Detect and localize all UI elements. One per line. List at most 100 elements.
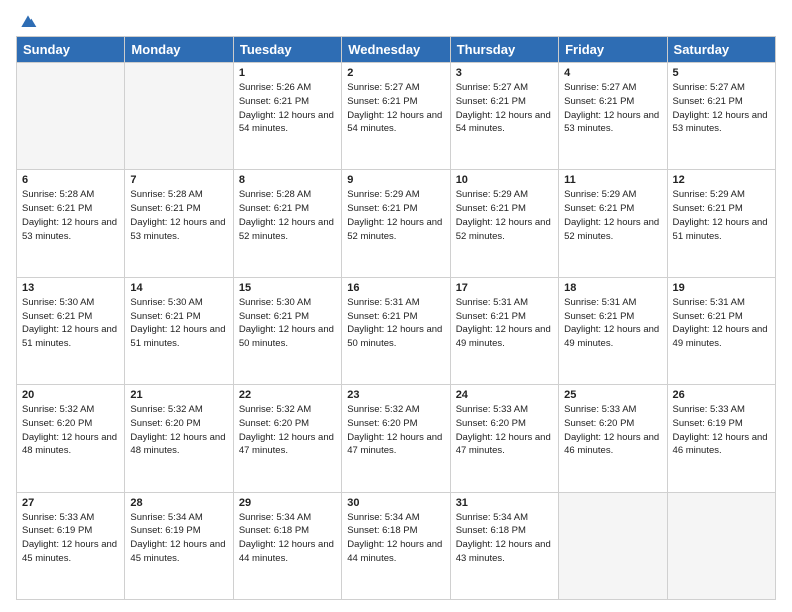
calendar-cell: 29 Sunrise: 5:34 AM Sunset: 6:18 PM Dayli…	[233, 492, 341, 599]
calendar-cell: 20 Sunrise: 5:32 AM Sunset: 6:20 PM Dayli…	[17, 385, 125, 492]
day-info: Sunrise: 5:32 AM Sunset: 6:20 PM Dayligh…	[22, 403, 119, 458]
day-info: Sunrise: 5:27 AM Sunset: 6:21 PM Dayligh…	[456, 81, 553, 136]
day-info: Sunrise: 5:29 AM Sunset: 6:21 PM Dayligh…	[564, 188, 661, 243]
day-number: 28	[130, 497, 227, 509]
calendar-cell: 24 Sunrise: 5:33 AM Sunset: 6:20 PM Dayli…	[450, 385, 558, 492]
calendar-cell: 1 Sunrise: 5:26 AM Sunset: 6:21 PM Daylig…	[233, 63, 341, 170]
day-info: Sunrise: 5:34 AM Sunset: 6:19 PM Dayligh…	[130, 511, 227, 566]
day-info: Sunrise: 5:28 AM Sunset: 6:21 PM Dayligh…	[239, 188, 336, 243]
day-number: 3	[456, 67, 553, 79]
day-header-saturday: Saturday	[667, 37, 775, 63]
day-info: Sunrise: 5:33 AM Sunset: 6:20 PM Dayligh…	[456, 403, 553, 458]
calendar-cell	[17, 63, 125, 170]
calendar-cell: 6 Sunrise: 5:28 AM Sunset: 6:21 PM Daylig…	[17, 170, 125, 277]
logo-icon	[18, 12, 38, 32]
day-header-wednesday: Wednesday	[342, 37, 450, 63]
day-number: 24	[456, 389, 553, 401]
calendar-cell: 5 Sunrise: 5:27 AM Sunset: 6:21 PM Daylig…	[667, 63, 775, 170]
day-header-monday: Monday	[125, 37, 233, 63]
day-info: Sunrise: 5:27 AM Sunset: 6:21 PM Dayligh…	[564, 81, 661, 136]
calendar-week-row: 13Sunrise: 5:30 AM Sunset: 6:21 PM Dayli…	[17, 277, 776, 384]
calendar-cell: 7Sunrise: 5:28 AM Sunset: 6:21 PM Daylig…	[125, 170, 233, 277]
day-info: Sunrise: 5:32 AM Sunset: 6:20 PM Dayligh…	[239, 403, 336, 458]
day-number: 31	[456, 497, 553, 509]
page: SundayMondayTuesdayWednesdayThursdayFrid…	[0, 0, 792, 612]
calendar-cell: 30Sunrise: 5:34 AM Sunset: 6:18 PM Dayli…	[342, 492, 450, 599]
day-info: Sunrise: 5:30 AM Sunset: 6:21 PM Dayligh…	[130, 296, 227, 351]
day-number: 29	[239, 497, 336, 509]
calendar-cell: 27Sunrise: 5:33 AM Sunset: 6:19 PM Dayli…	[17, 492, 125, 599]
calendar-cell: 15Sunrise: 5:30 AM Sunset: 6:21 PM Dayli…	[233, 277, 341, 384]
day-number: 21	[130, 389, 227, 401]
day-number: 1	[239, 67, 336, 79]
day-number: 20	[22, 389, 119, 401]
day-number: 25	[564, 389, 661, 401]
day-number: 16	[347, 282, 444, 294]
day-info: Sunrise: 5:34 AM Sunset: 6:18 PM Dayligh…	[239, 511, 336, 566]
day-info: Sunrise: 5:34 AM Sunset: 6:18 PM Dayligh…	[347, 511, 444, 566]
calendar-cell: 22 Sunrise: 5:32 AM Sunset: 6:20 PM Dayli…	[233, 385, 341, 492]
day-header-sunday: Sunday	[17, 37, 125, 63]
day-number: 2	[347, 67, 444, 79]
day-info: Sunrise: 5:29 AM Sunset: 6:21 PM Dayligh…	[673, 188, 770, 243]
calendar-cell: 19Sunrise: 5:31 AM Sunset: 6:21 PM Dayli…	[667, 277, 775, 384]
day-number: 17	[456, 282, 553, 294]
calendar-week-row: 6 Sunrise: 5:28 AM Sunset: 6:21 PM Daylig…	[17, 170, 776, 277]
calendar-cell: 10 Sunrise: 5:29 AM Sunset: 6:21 PM Dayli…	[450, 170, 558, 277]
logo	[16, 12, 38, 28]
day-number: 11	[564, 174, 661, 186]
day-info: Sunrise: 5:31 AM Sunset: 6:21 PM Dayligh…	[347, 296, 444, 351]
day-number: 19	[673, 282, 770, 294]
calendar-cell: 13Sunrise: 5:30 AM Sunset: 6:21 PM Dayli…	[17, 277, 125, 384]
calendar-cell	[559, 492, 667, 599]
calendar-week-row: 20 Sunrise: 5:32 AM Sunset: 6:20 PM Dayli…	[17, 385, 776, 492]
calendar-week-row: 1 Sunrise: 5:26 AM Sunset: 6:21 PM Daylig…	[17, 63, 776, 170]
day-number: 7	[130, 174, 227, 186]
calendar-cell: 23Sunrise: 5:32 AM Sunset: 6:20 PM Dayli…	[342, 385, 450, 492]
day-info: Sunrise: 5:28 AM Sunset: 6:21 PM Dayligh…	[22, 188, 119, 243]
calendar-cell: 26 Sunrise: 5:33 AM Sunset: 6:19 PM Dayli…	[667, 385, 775, 492]
day-info: Sunrise: 5:27 AM Sunset: 6:21 PM Dayligh…	[673, 81, 770, 136]
day-info: Sunrise: 5:30 AM Sunset: 6:21 PM Dayligh…	[22, 296, 119, 351]
day-number: 23	[347, 389, 444, 401]
header	[16, 12, 776, 28]
calendar-cell: 9 Sunrise: 5:29 AM Sunset: 6:21 PM Daylig…	[342, 170, 450, 277]
day-header-thursday: Thursday	[450, 37, 558, 63]
day-info: Sunrise: 5:33 AM Sunset: 6:19 PM Dayligh…	[673, 403, 770, 458]
day-number: 14	[130, 282, 227, 294]
calendar-cell	[667, 492, 775, 599]
calendar-cell: 2 Sunrise: 5:27 AM Sunset: 6:21 PM Daylig…	[342, 63, 450, 170]
calendar-cell: 25Sunrise: 5:33 AM Sunset: 6:20 PM Dayli…	[559, 385, 667, 492]
day-header-friday: Friday	[559, 37, 667, 63]
calendar-cell: 18 Sunrise: 5:31 AM Sunset: 6:21 PM Dayli…	[559, 277, 667, 384]
day-number: 18	[564, 282, 661, 294]
day-number: 12	[673, 174, 770, 186]
day-number: 10	[456, 174, 553, 186]
day-number: 6	[22, 174, 119, 186]
day-number: 4	[564, 67, 661, 79]
calendar-cell: 17 Sunrise: 5:31 AM Sunset: 6:21 PM Dayli…	[450, 277, 558, 384]
day-number: 27	[22, 497, 119, 509]
day-header-tuesday: Tuesday	[233, 37, 341, 63]
day-info: Sunrise: 5:31 AM Sunset: 6:21 PM Dayligh…	[564, 296, 661, 351]
day-info: Sunrise: 5:26 AM Sunset: 6:21 PM Dayligh…	[239, 81, 336, 136]
calendar-cell: 21 Sunrise: 5:32 AM Sunset: 6:20 PM Dayli…	[125, 385, 233, 492]
calendar-cell: 4 Sunrise: 5:27 AM Sunset: 6:21 PM Daylig…	[559, 63, 667, 170]
calendar-cell: 28 Sunrise: 5:34 AM Sunset: 6:19 PM Dayli…	[125, 492, 233, 599]
day-number: 5	[673, 67, 770, 79]
day-info: Sunrise: 5:29 AM Sunset: 6:21 PM Dayligh…	[347, 188, 444, 243]
day-info: Sunrise: 5:31 AM Sunset: 6:21 PM Dayligh…	[456, 296, 553, 351]
day-info: Sunrise: 5:27 AM Sunset: 6:21 PM Dayligh…	[347, 81, 444, 136]
calendar-header-row: SundayMondayTuesdayWednesdayThursdayFrid…	[17, 37, 776, 63]
calendar-cell: 31 Sunrise: 5:34 AM Sunset: 6:18 PM Dayli…	[450, 492, 558, 599]
day-info: Sunrise: 5:32 AM Sunset: 6:20 PM Dayligh…	[130, 403, 227, 458]
calendar-table: SundayMondayTuesdayWednesdayThursdayFrid…	[16, 36, 776, 600]
day-info: Sunrise: 5:34 AM Sunset: 6:18 PM Dayligh…	[456, 511, 553, 566]
calendar-cell: 14 Sunrise: 5:30 AM Sunset: 6:21 PM Dayli…	[125, 277, 233, 384]
calendar-cell: 3 Sunrise: 5:27 AM Sunset: 6:21 PM Daylig…	[450, 63, 558, 170]
day-info: Sunrise: 5:30 AM Sunset: 6:21 PM Dayligh…	[239, 296, 336, 351]
day-number: 9	[347, 174, 444, 186]
day-number: 22	[239, 389, 336, 401]
day-number: 26	[673, 389, 770, 401]
day-info: Sunrise: 5:29 AM Sunset: 6:21 PM Dayligh…	[456, 188, 553, 243]
